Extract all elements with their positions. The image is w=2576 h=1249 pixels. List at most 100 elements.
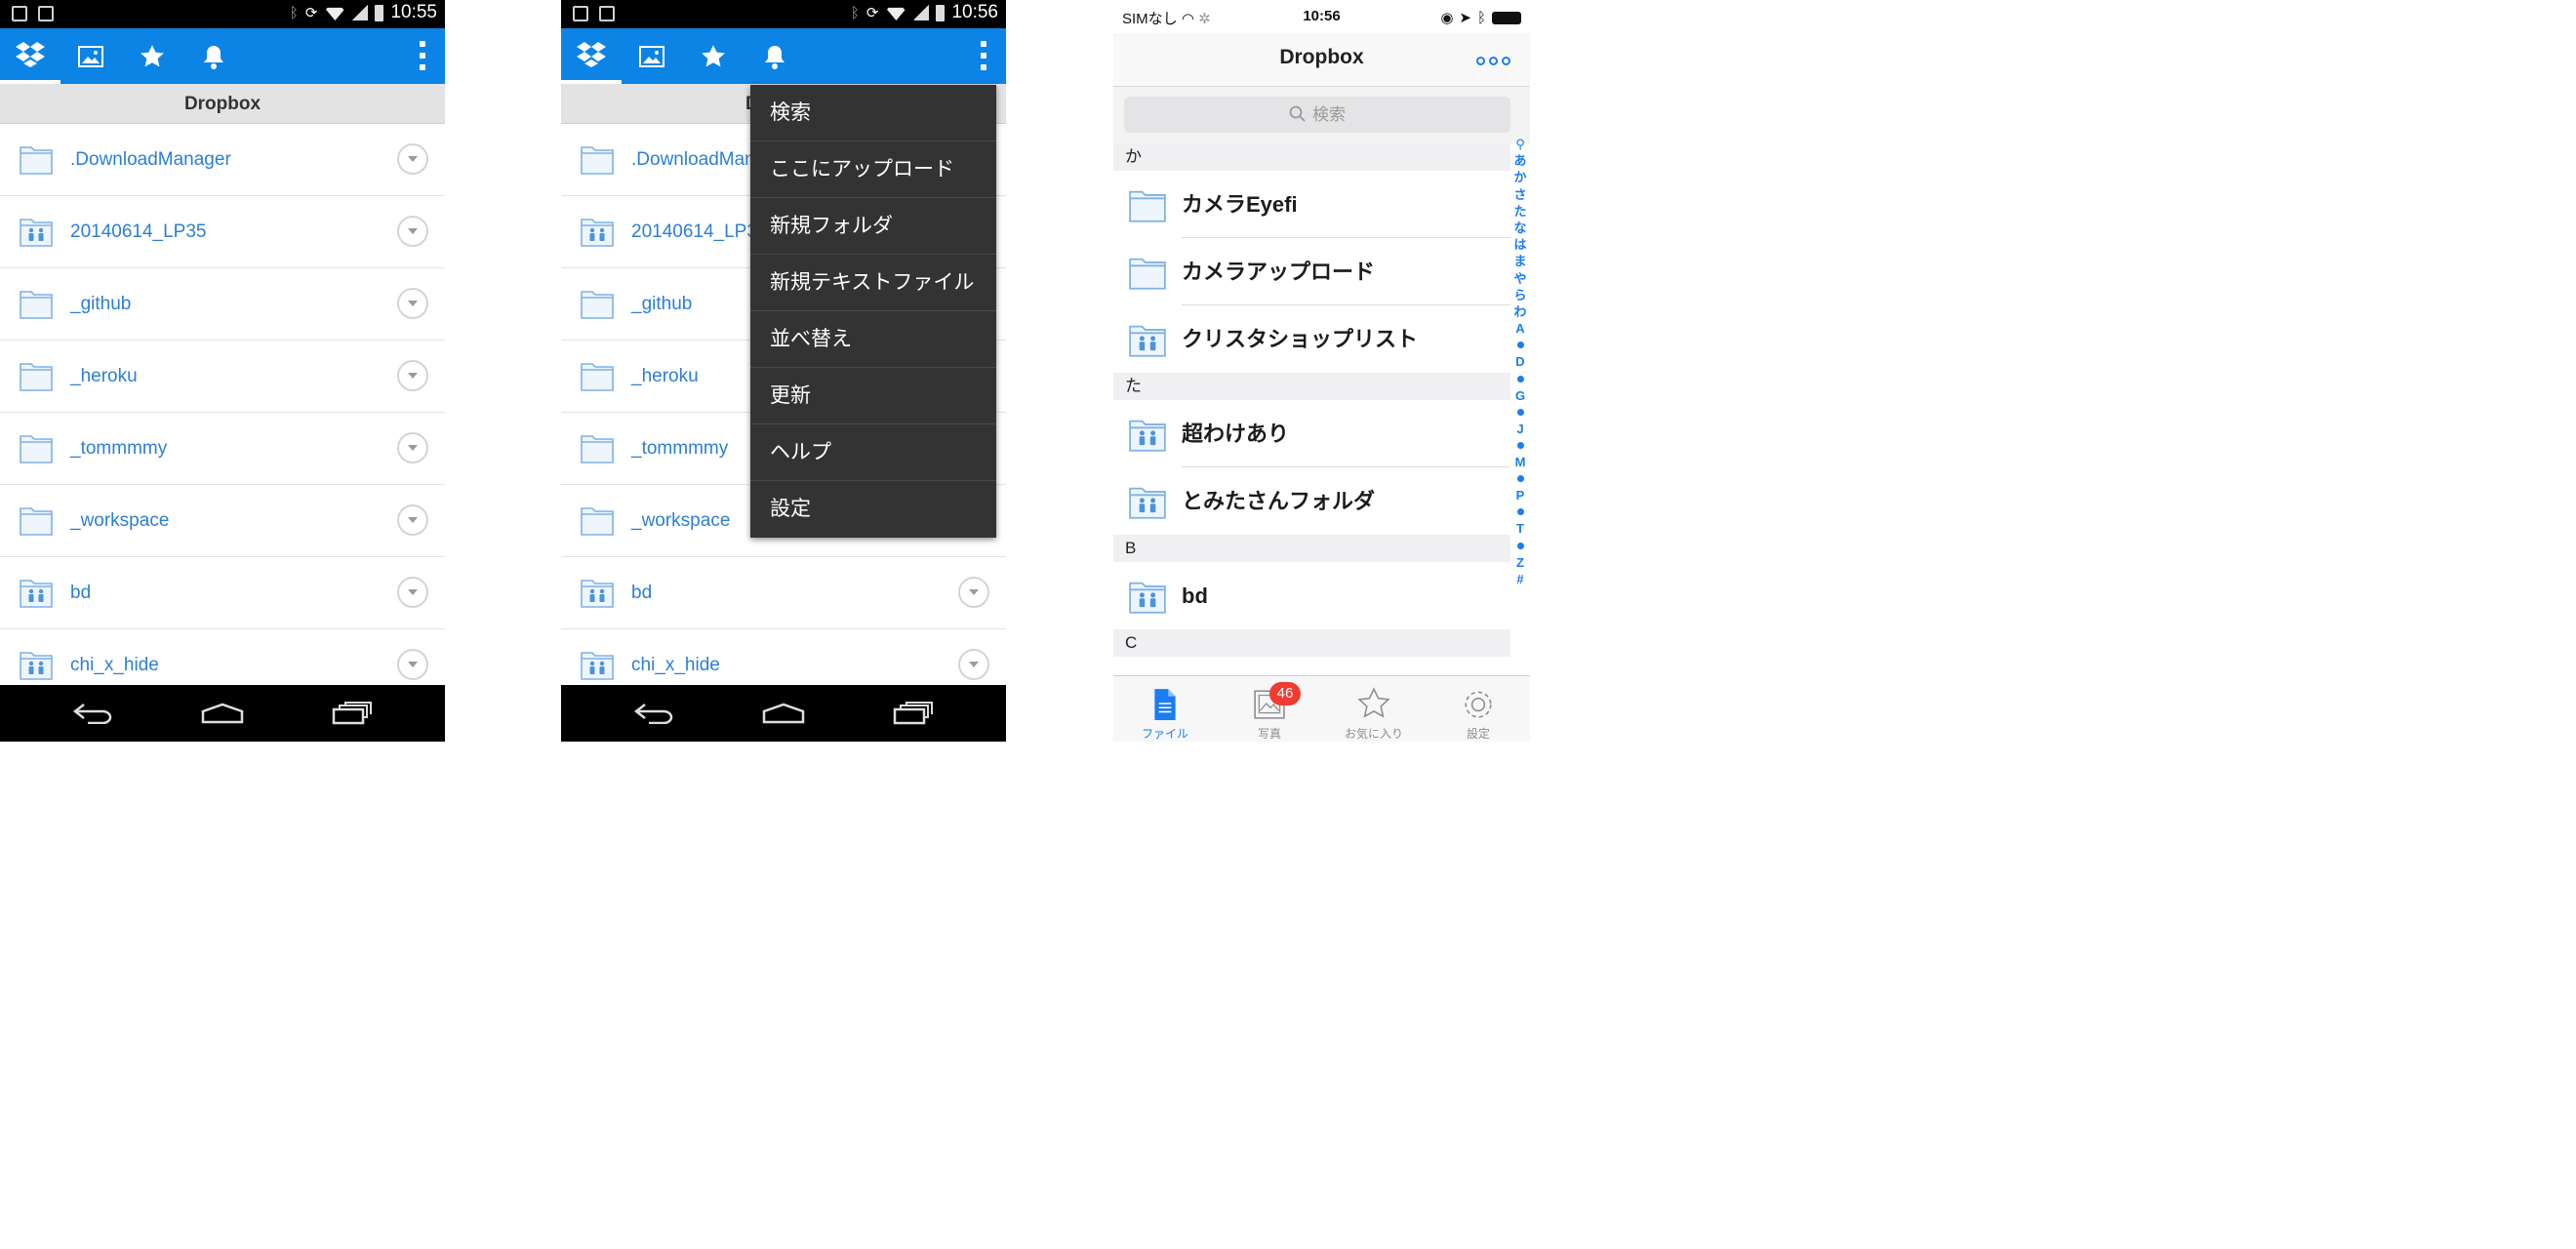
index-letter[interactable]: G bbox=[1515, 387, 1525, 404]
item-options-chevron-icon[interactable] bbox=[397, 360, 428, 391]
list-item[interactable]: とみたさんフォルダ bbox=[1113, 467, 1510, 535]
index-letter[interactable]: J bbox=[1516, 421, 1523, 437]
list-item-icon bbox=[1129, 484, 1166, 524]
list-item[interactable]: カメラEyefi bbox=[1113, 171, 1510, 238]
list-item-name: _tommmmy bbox=[70, 438, 168, 459]
item-options-chevron-icon[interactable] bbox=[397, 432, 428, 463]
list-item[interactable]: _github bbox=[0, 268, 445, 341]
star-icon bbox=[141, 44, 164, 66]
list-item[interactable]: bd bbox=[1113, 562, 1510, 629]
tab-file[interactable]: ファイル bbox=[1113, 676, 1217, 742]
menu-item[interactable]: 更新 bbox=[750, 368, 996, 424]
list-item[interactable]: _tommmmy bbox=[0, 413, 445, 485]
list-item-name: 超わけあり bbox=[1182, 422, 1290, 446]
section-index[interactable]: ⚲ あかさたなはまやらわ A D G J M P T Z # bbox=[1510, 136, 1530, 587]
more-button[interactable] bbox=[1476, 57, 1510, 65]
back-button[interactable] bbox=[605, 685, 703, 742]
index-letter[interactable]: ら bbox=[1513, 287, 1526, 303]
menu-item[interactable]: ヘルプ bbox=[750, 424, 996, 481]
search-input[interactable]: 検索 bbox=[1124, 97, 1510, 133]
item-options-chevron-icon[interactable] bbox=[397, 143, 428, 175]
index-letter[interactable]: さ bbox=[1513, 186, 1526, 203]
item-options-chevron-icon[interactable] bbox=[958, 577, 989, 608]
menu-item[interactable]: ここにアップロード bbox=[750, 141, 996, 198]
tab-favorites[interactable] bbox=[683, 28, 744, 84]
gear-icon bbox=[1465, 691, 1492, 718]
back-button[interactable] bbox=[44, 685, 141, 742]
recents-button[interactable] bbox=[303, 685, 401, 742]
gallery-notification-icon bbox=[573, 6, 588, 21]
list-item-name: bd bbox=[70, 583, 92, 603]
index-letter[interactable]: P bbox=[1516, 487, 1525, 504]
home-button[interactable] bbox=[174, 685, 271, 742]
list-item[interactable]: 超わけあり bbox=[1113, 400, 1510, 467]
tab-photos[interactable] bbox=[60, 28, 121, 84]
menu-item[interactable]: 新規フォルダ bbox=[750, 198, 996, 255]
index-letter[interactable]: M bbox=[1515, 454, 1526, 470]
folder-icon bbox=[20, 507, 53, 536]
index-letter[interactable]: た bbox=[1513, 203, 1526, 220]
menu-item[interactable]: 設定 bbox=[750, 481, 996, 538]
overflow-menu-button[interactable] bbox=[981, 41, 986, 70]
back-icon bbox=[72, 704, 112, 724]
list-item[interactable]: _workspace bbox=[0, 485, 445, 557]
index-letter[interactable]: T bbox=[1516, 520, 1524, 537]
shared-folder-icon bbox=[581, 652, 614, 680]
tab-label: 設定 bbox=[1466, 727, 1490, 741]
tab-star[interactable]: お気に入り bbox=[1322, 676, 1426, 742]
item-options-chevron-icon[interactable] bbox=[397, 216, 428, 247]
index-letter[interactable]: わ bbox=[1513, 303, 1526, 320]
list-item-icon bbox=[581, 504, 614, 541]
list-item[interactable]: bd bbox=[561, 557, 1006, 629]
index-letter[interactable]: D bbox=[1515, 353, 1524, 370]
recents-button[interactable] bbox=[865, 685, 962, 742]
item-options-chevron-icon[interactable] bbox=[397, 288, 428, 319]
list-item-name: クリスタショップリスト bbox=[1182, 327, 1419, 351]
tab-dropbox[interactable] bbox=[0, 28, 60, 84]
list-item-name: _workspace bbox=[70, 510, 170, 531]
photos-icon bbox=[78, 45, 103, 67]
item-options-chevron-icon[interactable] bbox=[397, 577, 428, 608]
list-item-icon bbox=[581, 432, 614, 468]
overflow-menu-button[interactable] bbox=[420, 41, 425, 70]
index-letter[interactable]: # bbox=[1516, 571, 1523, 587]
list-item[interactable]: .DownloadManager bbox=[0, 124, 445, 196]
index-letter[interactable]: な bbox=[1513, 220, 1526, 236]
tab-dropbox[interactable] bbox=[561, 28, 622, 84]
index-letter[interactable]: は bbox=[1513, 236, 1526, 253]
index-letter[interactable]: か bbox=[1513, 169, 1526, 185]
tab-photos[interactable] bbox=[622, 28, 682, 84]
tab-label: お気に入り bbox=[1344, 727, 1403, 741]
shared-folder-icon bbox=[581, 580, 614, 608]
item-options-chevron-icon[interactable] bbox=[397, 649, 428, 680]
index-search-icon[interactable]: ⚲ bbox=[1515, 136, 1525, 152]
list-item[interactable]: クリスタショップリスト bbox=[1113, 305, 1510, 373]
tab-photo[interactable]: 写真 46 bbox=[1218, 676, 1321, 742]
rotation-lock-icon: ◉ bbox=[1440, 10, 1454, 26]
list-item[interactable]: カメラアップロード bbox=[1113, 238, 1510, 305]
item-options-chevron-icon[interactable] bbox=[397, 504, 428, 536]
item-options-chevron-icon[interactable] bbox=[958, 649, 989, 680]
star-icon bbox=[1357, 687, 1390, 718]
list-item-name: _heroku bbox=[631, 366, 699, 386]
index-dot bbox=[1516, 508, 1524, 516]
list-item[interactable]: bd bbox=[0, 557, 445, 629]
index-letter[interactable]: ま bbox=[1513, 253, 1526, 269]
location-icon: ➤ bbox=[1459, 10, 1471, 26]
section-header: C bbox=[1113, 629, 1510, 657]
list-item[interactable]: _heroku bbox=[0, 341, 445, 413]
menu-item[interactable]: 新規テキストファイル bbox=[750, 255, 996, 311]
tab-notifications[interactable] bbox=[183, 28, 244, 84]
index-letter[interactable]: Z bbox=[1516, 554, 1524, 571]
index-letter[interactable]: や bbox=[1513, 270, 1526, 287]
list-item[interactable]: 20140614_LP35 bbox=[0, 196, 445, 268]
menu-item[interactable]: 検索 bbox=[750, 85, 996, 141]
tab-favorites[interactable] bbox=[122, 28, 182, 84]
menu-item[interactable]: 並べ替え bbox=[750, 311, 996, 368]
folder-icon bbox=[1129, 190, 1166, 222]
tab-gear[interactable]: 設定 bbox=[1427, 676, 1530, 742]
home-button[interactable] bbox=[735, 685, 832, 742]
index-letter[interactable]: A bbox=[1515, 320, 1524, 337]
index-letter[interactable]: あ bbox=[1513, 152, 1526, 169]
tab-notifications[interactable] bbox=[745, 28, 805, 84]
